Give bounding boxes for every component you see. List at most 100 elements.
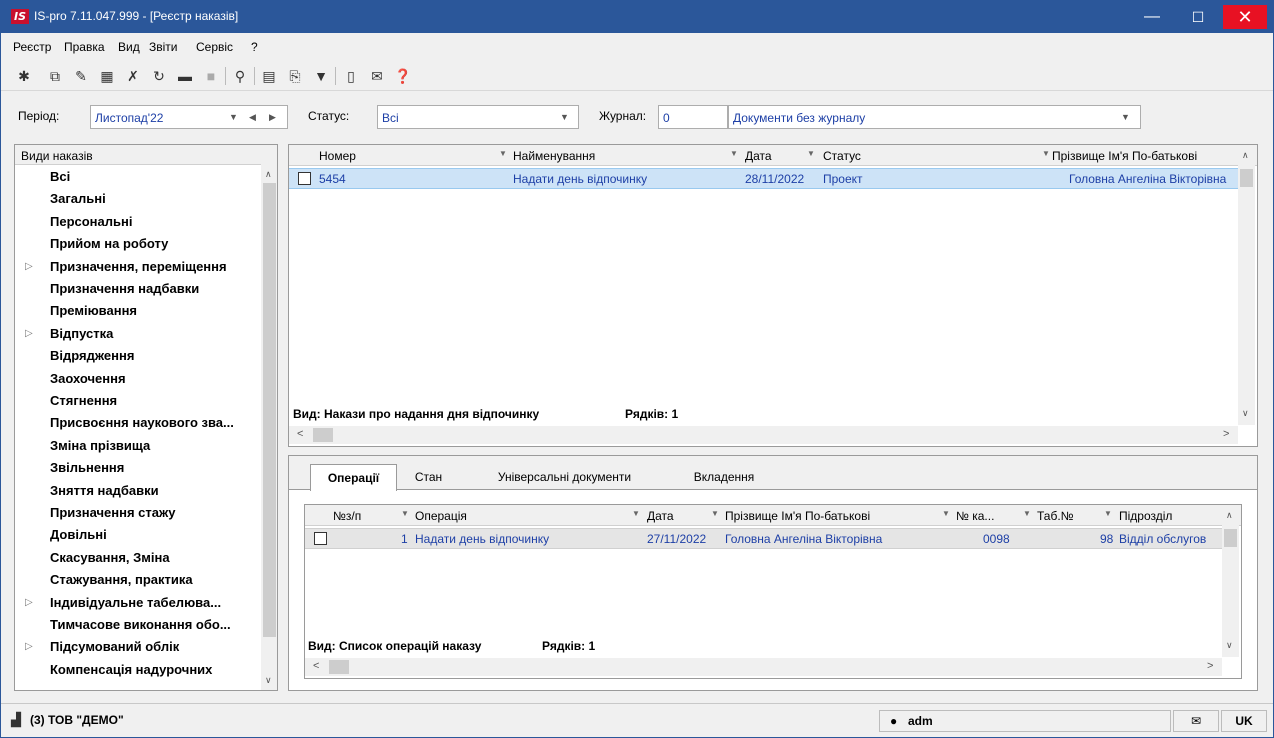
- mail-icon[interactable]: ✉: [367, 66, 387, 86]
- delete-doc-icon[interactable]: ✗: [123, 66, 143, 86]
- column-filter-icon[interactable]: ▼: [1023, 509, 1031, 518]
- menu-service[interactable]: Сервіс: [196, 40, 233, 54]
- col-card[interactable]: № ка...: [956, 509, 994, 523]
- menu-help[interactable]: ?: [251, 40, 258, 54]
- table-row[interactable]: 1 Надати день відпочинку 27/11/2022 Голо…: [305, 528, 1222, 549]
- column-filter-icon[interactable]: ▼: [942, 509, 950, 518]
- scroll-right-icon[interactable]: >: [1207, 660, 1213, 672]
- expand-arrow-icon[interactable]: ▷: [25, 592, 33, 614]
- column-filter-icon[interactable]: ▼: [499, 149, 507, 158]
- title-bar[interactable]: IS IS-pro 7.11.047.999 - [Реєстр наказів…: [1, 1, 1273, 33]
- scroll-down-icon[interactable]: ∨: [1226, 640, 1233, 651]
- expand-arrow-icon[interactable]: ▷: [25, 256, 33, 278]
- col-person[interactable]: Прізвище Ім'я По-батькові: [1052, 149, 1197, 163]
- journal-code-input[interactable]: 0: [658, 105, 728, 129]
- scroll-left-icon[interactable]: <: [297, 428, 303, 440]
- tree-item[interactable]: Стажування, практика: [15, 569, 261, 591]
- tree-item[interactable]: Призначення стажу: [15, 502, 261, 524]
- status-select[interactable]: Всі ▼: [377, 105, 579, 129]
- menu-edit[interactable]: Правка: [64, 40, 105, 54]
- grid-icon[interactable]: ▤: [259, 66, 279, 86]
- col-tab[interactable]: Таб.№: [1037, 509, 1074, 523]
- tree-item[interactable]: Довільні: [15, 524, 261, 546]
- scroll-up-icon[interactable]: ∧: [1242, 150, 1249, 161]
- scroll-down-icon[interactable]: ∨: [265, 675, 272, 686]
- tree-item[interactable]: Тимчасове виконання обо...: [15, 614, 261, 636]
- tree-item[interactable]: Прийом на роботу: [15, 233, 261, 255]
- tree-item[interactable]: Всі: [15, 166, 261, 188]
- table-icon[interactable]: ▦: [97, 66, 117, 86]
- new-doc-icon[interactable]: ✱: [14, 66, 34, 86]
- expand-arrow-icon[interactable]: ▷: [25, 636, 33, 658]
- tree-item[interactable]: Зняття надбавки: [15, 480, 261, 502]
- maximize-button[interactable]: ☐: [1175, 1, 1221, 33]
- scroll-up-icon[interactable]: ∧: [1226, 510, 1233, 521]
- tree-scrollbar[interactable]: ∧ ∨: [261, 145, 277, 690]
- column-filter-icon[interactable]: ▼: [401, 509, 409, 518]
- language-indicator[interactable]: UK: [1221, 710, 1267, 732]
- col-op-date[interactable]: Дата: [647, 509, 674, 523]
- tree-item[interactable]: Скасування, Зміна: [15, 547, 261, 569]
- col-op-person[interactable]: Прізвище Ім'я По-батькові: [725, 509, 870, 523]
- tree-item[interactable]: Стягнення: [15, 390, 261, 412]
- mail-status-icon[interactable]: ✉: [1173, 710, 1219, 732]
- row-checkbox[interactable]: [298, 172, 311, 185]
- scroll-up-icon[interactable]: ∧: [265, 169, 272, 180]
- page-icon[interactable]: ▯: [341, 66, 361, 86]
- tree-item[interactable]: ▷ Індивідуальне табелюва...: [15, 592, 261, 614]
- column-filter-icon[interactable]: ▼: [730, 149, 738, 158]
- col-number[interactable]: Номер: [319, 149, 356, 163]
- tree-item[interactable]: Загальні: [15, 188, 261, 210]
- operations-vscrollbar[interactable]: ∧ ∨: [1222, 505, 1239, 657]
- tree-item[interactable]: Відрядження: [15, 345, 261, 367]
- tree-item[interactable]: Зміна прізвища: [15, 435, 261, 457]
- scroll-thumb[interactable]: [329, 660, 349, 674]
- tree-item[interactable]: ▷ Призначення, переміщення: [15, 256, 261, 278]
- minimize-button[interactable]: —: [1129, 1, 1175, 33]
- menu-registry[interactable]: Реєстр: [13, 40, 51, 54]
- scroll-thumb[interactable]: [1224, 529, 1237, 547]
- tree-item[interactable]: Заохочення: [15, 368, 261, 390]
- col-seq[interactable]: №з/п: [333, 509, 361, 523]
- tree-item[interactable]: Звільнення: [15, 457, 261, 479]
- column-filter-icon[interactable]: ▼: [1042, 149, 1050, 158]
- scroll-right-icon[interactable]: >: [1223, 428, 1229, 440]
- tab-universal-docs[interactable]: Універсальні документи: [477, 464, 652, 490]
- scroll-down-icon[interactable]: ∨: [1242, 408, 1249, 419]
- tree-item[interactable]: ▷ Відпустка: [15, 323, 261, 345]
- close-button[interactable]: ✕: [1223, 5, 1267, 29]
- period-select[interactable]: Листопад'22 ▼ ◀ ▶: [90, 105, 288, 129]
- tree-item[interactable]: Присвоєння наукового зва...: [15, 412, 261, 434]
- tree-item[interactable]: ▷ Підсумований облік: [15, 636, 261, 658]
- column-filter-icon[interactable]: ▼: [1104, 509, 1112, 518]
- journal-select[interactable]: Документи без журналу ▼: [728, 105, 1141, 129]
- column-filter-icon[interactable]: ▼: [632, 509, 640, 518]
- print-icon[interactable]: ▬: [175, 66, 195, 86]
- tree-item[interactable]: Преміювання: [15, 300, 261, 322]
- tree-item[interactable]: Компенсація надурочних: [15, 659, 261, 681]
- menu-view[interactable]: Вид: [118, 40, 140, 54]
- tab-state[interactable]: Стан: [401, 464, 456, 490]
- col-date[interactable]: Дата: [745, 149, 772, 163]
- refresh-icon[interactable]: ↻: [149, 66, 169, 86]
- column-filter-icon[interactable]: ▼: [807, 149, 815, 158]
- export-icon[interactable]: ⎘: [285, 66, 305, 86]
- scroll-thumb[interactable]: [1240, 169, 1253, 187]
- prev-period-icon[interactable]: ◀: [249, 112, 256, 123]
- table-row[interactable]: 5454 Надати день відпочинку 28/11/2022 П…: [289, 168, 1238, 189]
- menu-reports[interactable]: Звіти: [149, 40, 178, 54]
- operations-hscrollbar[interactable]: < >: [305, 658, 1222, 676]
- scroll-thumb[interactable]: [263, 183, 276, 637]
- tree-item[interactable]: Призначення надбавки: [15, 278, 261, 300]
- scroll-thumb[interactable]: [313, 428, 333, 442]
- tab-attachments[interactable]: Вкладення: [674, 464, 774, 490]
- column-filter-icon[interactable]: ▼: [711, 509, 719, 518]
- expand-arrow-icon[interactable]: ▷: [25, 323, 33, 345]
- col-name[interactable]: Найменування: [513, 149, 595, 163]
- edit-doc-icon[interactable]: ✎: [71, 66, 91, 86]
- help-icon[interactable]: ❓: [393, 66, 413, 86]
- search-icon[interactable]: ⚲: [230, 66, 250, 86]
- row-checkbox[interactable]: [314, 532, 327, 545]
- orders-hscrollbar[interactable]: < >: [289, 426, 1238, 444]
- copy-doc-icon[interactable]: ⧉: [45, 66, 65, 86]
